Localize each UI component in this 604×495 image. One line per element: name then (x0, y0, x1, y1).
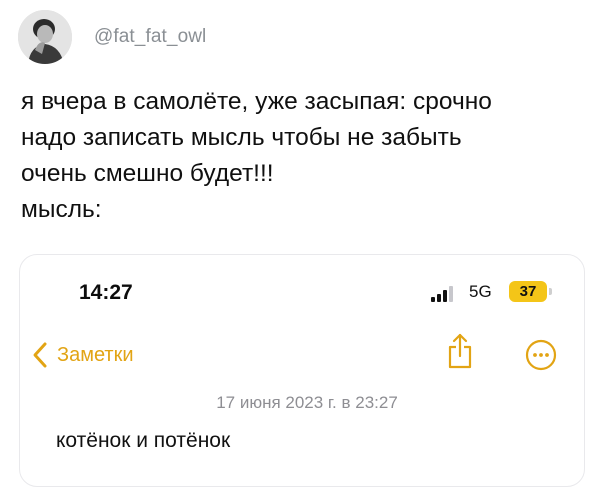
note-date: 17 июня 2023 г. в 23:27 (216, 393, 398, 412)
post-text: я вчера в самолёте, уже засыпая: срочно … (21, 84, 591, 228)
network-type: 5G (469, 282, 492, 301)
back-button[interactable]: Заметки (32, 339, 134, 371)
share-icon[interactable] (447, 332, 473, 370)
battery-indicator: 37 (509, 281, 547, 302)
more-icon[interactable] (525, 339, 557, 371)
battery-tip (549, 288, 552, 295)
post-text-line: надо записать мысль чтобы не забыть (21, 124, 462, 151)
post-text-line: мысль: (21, 196, 102, 223)
post-text-line: я вчера в самолёте, уже засыпая: срочно (21, 88, 492, 115)
avatar-portrait (18, 10, 72, 64)
avatar[interactable] (18, 10, 72, 64)
post-text-line: очень смешно будет!!! (21, 160, 274, 187)
notes-screenshot[interactable]: 14:27 5G 37 Заметки 17 июня 2023 г. в 23… (19, 254, 585, 487)
status-time: 14:27 (79, 281, 133, 304)
note-body[interactable]: котёнок и потёнок (56, 429, 230, 453)
chevron-left-icon (33, 342, 47, 368)
back-button-label: Заметки (57, 343, 134, 366)
user-handle[interactable]: @fat_fat_owl (94, 26, 206, 48)
post-header: @fat_fat_owl (18, 10, 206, 64)
signal-icon (431, 286, 453, 302)
